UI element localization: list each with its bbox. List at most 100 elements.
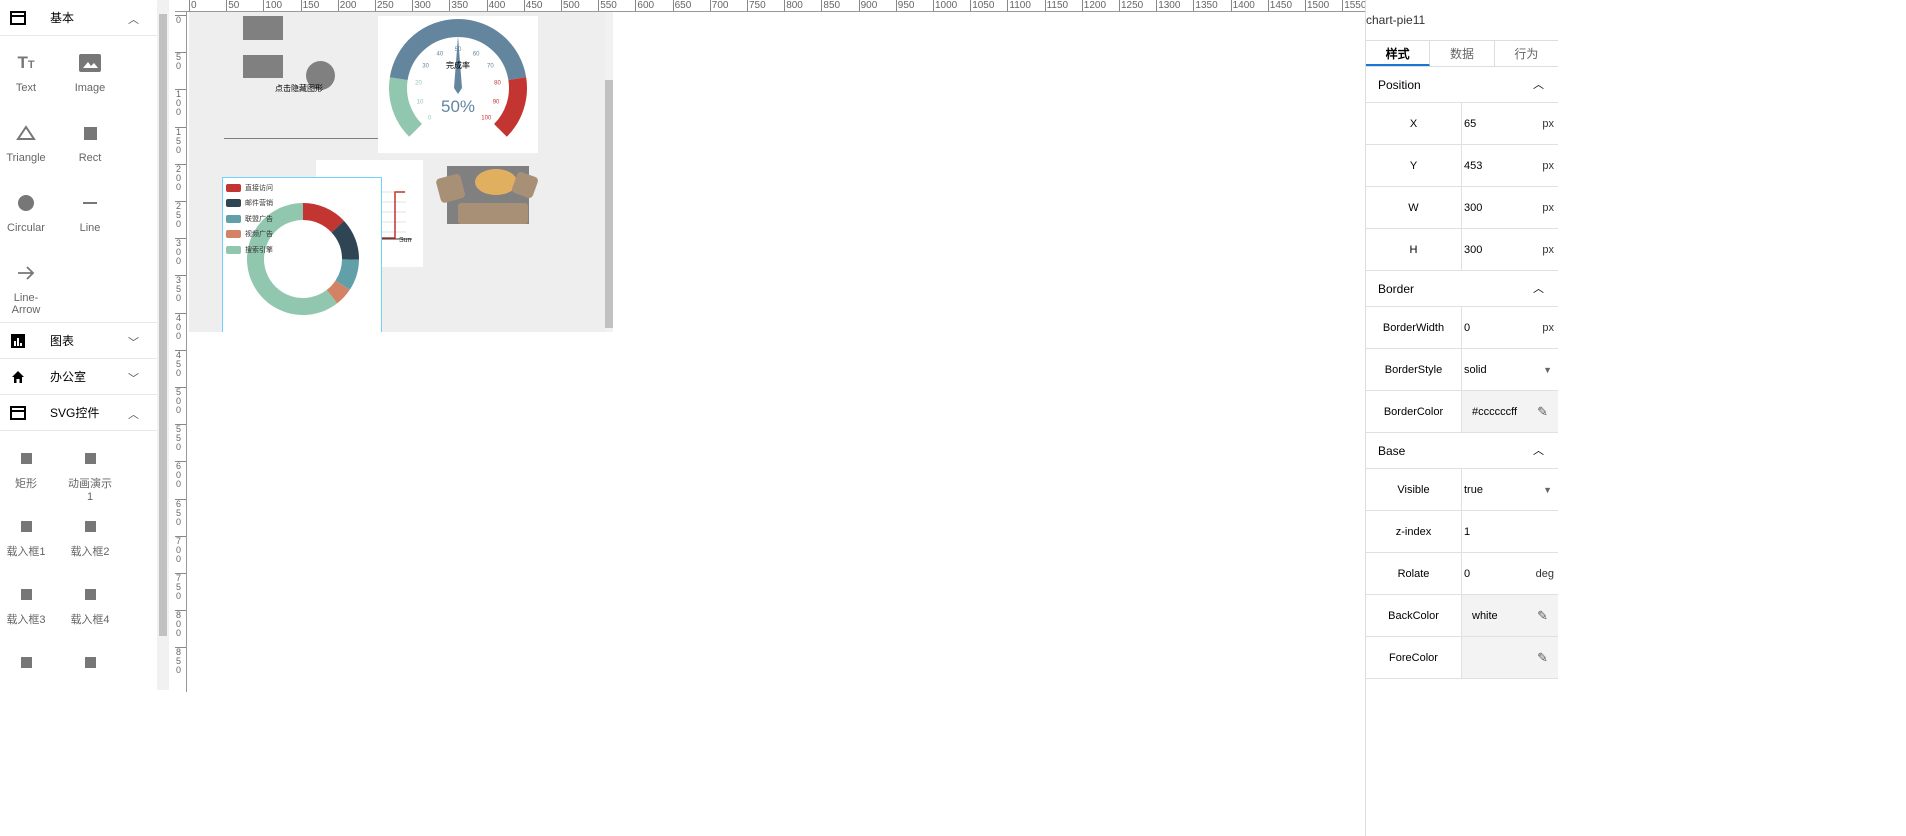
section-svg[interactable]: SVG控件 ︿ <box>0 395 157 431</box>
svg-component[interactable]: 载入框2 <box>60 505 120 573</box>
component-label: Line <box>79 222 101 234</box>
rect-shape[interactable] <box>243 55 283 78</box>
design-canvas[interactable]: 点击隐藏图形 0102030405060708090100完成率50% Sun … <box>189 12 613 332</box>
section-office[interactable]: 办公室 ﹀ <box>0 359 157 395</box>
ruler-tick-label: 50 <box>226 0 240 11</box>
gauge-tick-label: 40 <box>436 51 443 57</box>
hide-shape-text[interactable]: 点击隐藏图形 <box>275 83 323 94</box>
selected-element-name: chart-pie11 <box>1366 13 1426 27</box>
eyedropper-icon[interactable]: ✎ <box>1537 595 1548 637</box>
component-label: 动画演示1 <box>68 478 112 503</box>
chevron-up-icon[interactable]: ︿ <box>1533 271 1544 307</box>
ruler-tick-label: 2 5 0 <box>175 201 186 229</box>
back-color-label: BackColor <box>1366 595 1462 636</box>
component-label: Triangle <box>6 152 46 164</box>
unit: px <box>1542 202 1554 214</box>
border-color-label: BorderColor <box>1366 391 1462 432</box>
pie-chart-selected[interactable]: 直接访问 邮件营销 联盟广告 视频广告 搜索引擎 <box>222 177 382 332</box>
h-input[interactable]: 300 <box>1464 244 1482 256</box>
chevron-up-icon[interactable]: ︿ <box>1533 67 1544 103</box>
canvas-scrollbar[interactable] <box>605 12 613 332</box>
rect-shape[interactable] <box>243 16 283 40</box>
gauge-tick-label: 20 <box>415 81 422 87</box>
sidebar-scrollbar[interactable] <box>157 0 169 690</box>
border-width-input[interactable]: 0 <box>1464 322 1470 334</box>
sofa-image[interactable] <box>436 164 546 224</box>
section-basic[interactable]: 基本 ︿ <box>0 0 157 36</box>
arrow-right-icon <box>16 260 36 286</box>
svg-component[interactable]: 载入框1 <box>0 505 52 573</box>
circle-icon <box>18 190 34 216</box>
legend-item[interactable]: 直接访问 <box>226 180 273 196</box>
group-border[interactable]: Border ︿ <box>1366 271 1558 307</box>
chevron-up-icon[interactable]: ︿ <box>128 406 139 422</box>
legend-item[interactable]: 邮件营销 <box>226 196 273 212</box>
tab-data[interactable]: 数据 <box>1430 41 1495 66</box>
ruler-tick-label: 900 <box>858 0 878 11</box>
component-image[interactable]: Image <box>60 42 120 110</box>
legend-swatch <box>226 183 241 192</box>
text-format-icon: TT <box>17 53 35 72</box>
gauge-chart[interactable]: 0102030405060708090100完成率50% <box>378 16 538 153</box>
tab-style[interactable]: 样式 <box>1366 41 1431 66</box>
component-line[interactable]: Line <box>60 182 120 250</box>
eyedropper-icon[interactable]: ✎ <box>1537 637 1548 679</box>
color-value: #ccccccff <box>1472 406 1518 418</box>
eyedropper-icon[interactable]: ✎ <box>1537 391 1548 433</box>
w-input[interactable]: 300 <box>1464 202 1482 214</box>
component-text[interactable]: TT Text <box>0 42 52 110</box>
unit: px <box>1542 244 1554 256</box>
visible-label: Visible <box>1366 469 1462 510</box>
legend-item[interactable]: 搜索引擎 <box>226 242 273 258</box>
group-label: Border <box>1378 282 1415 296</box>
svg-component[interactable]: 矩形 <box>0 437 52 505</box>
ruler-tick-label: 1550 <box>1342 0 1365 11</box>
properties-panel: chart-pie11 样式 数据 行为 Position ︿ X 65 px Y 45… <box>1365 0 1558 836</box>
x-input[interactable]: 65 <box>1464 118 1476 130</box>
legend-item[interactable]: 联盟广告 <box>226 211 273 227</box>
unit: deg <box>1535 568 1554 580</box>
border-style-select[interactable]: solid ▼ <box>1462 349 1558 390</box>
component-circular[interactable]: Circular <box>0 182 52 250</box>
gauge-value: 50% <box>441 97 475 116</box>
svg-component[interactable]: 动画演示1 <box>60 437 120 505</box>
ruler-tick-label: 2 0 0 <box>175 163 186 192</box>
ruler-tick-label: 750 <box>747 0 766 11</box>
chevron-down-icon[interactable]: ﹀ <box>128 334 139 350</box>
component-label: Text <box>15 82 37 94</box>
home-icon <box>10 369 26 385</box>
line-shape[interactable] <box>224 138 379 139</box>
legend-item[interactable]: 视频广告 <box>226 227 273 243</box>
component-line-arrow[interactable]: Line-Arrow <box>0 252 52 320</box>
zindex-input[interactable]: 1 <box>1464 526 1470 538</box>
component-triangle[interactable]: Triangle <box>0 112 52 180</box>
group-position[interactable]: Position ︿ <box>1366 67 1558 103</box>
chevron-up-icon[interactable]: ︿ <box>1533 433 1544 469</box>
section-charts[interactable]: 图表 ﹀ <box>0 323 157 359</box>
ruler-tick-label: 650 <box>672 0 692 11</box>
tab-behavior[interactable]: 行为 <box>1495 41 1558 66</box>
ruler-tick-label: 5 5 0 <box>175 424 186 452</box>
gauge-tick-label: 30 <box>422 63 429 69</box>
group-base[interactable]: Base ︿ <box>1366 433 1558 469</box>
component-rect[interactable]: Rect <box>60 112 120 180</box>
svg-component[interactable] <box>60 641 120 709</box>
component-label: 载入框4 <box>70 614 110 626</box>
square-icon <box>20 445 32 471</box>
visible-select[interactable]: true ▼ <box>1462 469 1558 510</box>
section-label: 办公室 <box>50 370 87 384</box>
legend-swatch <box>226 230 241 239</box>
border-color-input[interactable]: #ccccccff ✎ <box>1462 391 1558 432</box>
svg-component[interactable] <box>0 641 52 709</box>
y-input[interactable]: 453 <box>1464 160 1482 172</box>
component-sidebar: 基本 ︿ TT Text Image Triangle Rect Circular Line… <box>0 0 157 836</box>
fore-color-input[interactable]: ✎ <box>1462 637 1558 678</box>
back-color-input[interactable]: white ✎ <box>1462 595 1558 636</box>
chevron-down-icon[interactable]: ﹀ <box>128 370 139 386</box>
chevron-up-icon[interactable]: ︿ <box>128 11 139 27</box>
ruler-tick-label: 7 0 0 <box>175 535 186 564</box>
rotate-input[interactable]: 0 <box>1464 568 1470 580</box>
svg-component[interactable]: 载入框4 <box>60 573 120 641</box>
ruler-tick-label: 1 5 0 <box>175 126 186 155</box>
svg-component[interactable]: 载入框3 <box>0 573 52 641</box>
